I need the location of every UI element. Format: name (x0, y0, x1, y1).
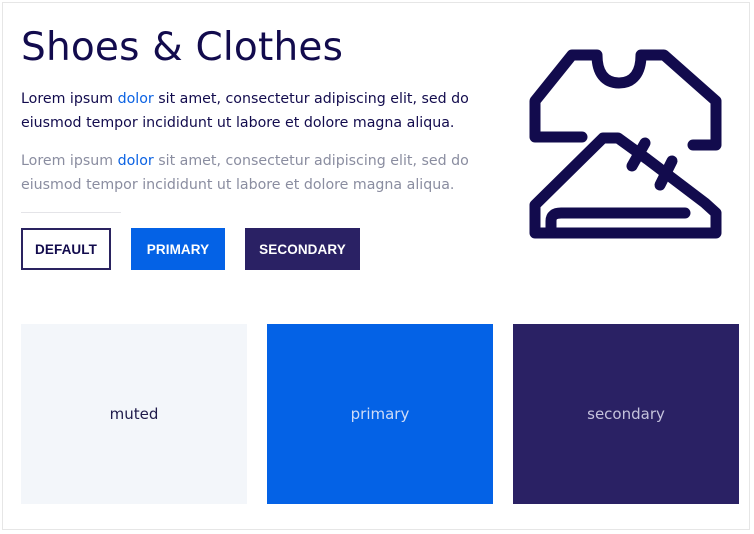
muted-paragraph: Lorem ipsum dolor sit amet, consectetur … (21, 149, 491, 197)
intro-paragraph: Lorem ipsum dolor sit amet, consectetur … (21, 87, 491, 135)
page-title: Shoes & Clothes (21, 25, 344, 70)
secondary-tile: secondary (513, 324, 739, 504)
primary-tile: primary (267, 324, 493, 504)
shirt-and-shoe-icon (529, 49, 722, 239)
muted-paragraph-link[interactable]: dolor (118, 153, 154, 169)
secondary-button[interactable]: SECONDARY (245, 228, 360, 270)
paragraph-text-start: Lorem ipsum (21, 91, 118, 107)
muted-paragraph-text-start: Lorem ipsum (21, 153, 118, 169)
primary-tile-label: primary (350, 405, 410, 423)
paragraph-link[interactable]: dolor (118, 91, 154, 107)
primary-button[interactable]: PRIMARY (131, 228, 225, 270)
muted-tile: muted (21, 324, 247, 504)
page-frame: Shoes & Clothes Lorem ipsum dolor sit am… (2, 2, 750, 530)
secondary-tile-label: secondary (587, 405, 665, 423)
divider (21, 212, 121, 213)
default-button[interactable]: DEFAULT (21, 228, 111, 270)
muted-tile-label: muted (109, 405, 159, 423)
